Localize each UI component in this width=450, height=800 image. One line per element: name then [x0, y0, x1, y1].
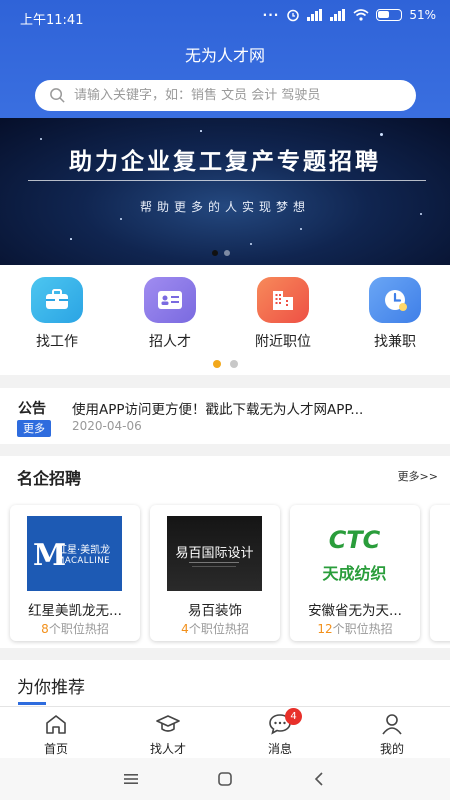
unread-badge: 4: [285, 708, 302, 725]
company-logo: 易百国际设计: [167, 516, 262, 591]
quick-nav-label: 附近职位: [255, 334, 311, 350]
back-icon[interactable]: [304, 768, 334, 790]
pager-dot[interactable]: [213, 360, 221, 368]
user-icon: [382, 714, 402, 735]
signal-2-icon: [330, 9, 346, 21]
wifi-icon: [353, 9, 369, 21]
job-count-suffix: 个职位热招: [188, 622, 249, 636]
quick-nav: 找工作 招人才 附近职位 找兼职: [0, 265, 450, 375]
recommend-section: 为你推荐: [0, 660, 450, 706]
quick-nav-find-job[interactable]: 找工作: [17, 277, 97, 351]
status-icons: ··· 51%: [263, 8, 436, 22]
banner-title: 助力企业复工复产专题招聘: [69, 149, 381, 175]
clock-icon: [369, 277, 421, 323]
menu-icon[interactable]: [116, 768, 146, 790]
quick-nav-hire[interactable]: 招人才: [130, 277, 210, 351]
tab-find-talent[interactable]: 找人才: [133, 713, 203, 757]
company-name: 安徽省无为天...: [308, 603, 402, 619]
companies-more-link[interactable]: 更多>>: [398, 468, 438, 484]
announcement-text[interactable]: 使用APP访问更方便！戳此下载无为人才网APP...: [72, 398, 363, 418]
briefcase-icon: [31, 277, 83, 323]
quick-nav-part-time[interactable]: 找兼职: [355, 277, 435, 351]
home-button-icon[interactable]: [210, 768, 240, 790]
company-job-count: 8个职位热招: [10, 620, 140, 637]
company-card[interactable]: CTC 天成纺织 安徽省无为天... 12个职位热招: [290, 505, 420, 641]
more-dots-icon: ···: [262, 8, 280, 22]
search-bar[interactable]: [35, 80, 416, 111]
banner-divider: [28, 180, 426, 181]
id-card-icon: [144, 277, 196, 323]
search-input[interactable]: [74, 88, 394, 103]
section-title: 为你推荐: [17, 678, 85, 698]
app-header: 上午11:41 ··· 51% 无为人才网: [0, 0, 450, 118]
graduation-cap-icon: [156, 715, 180, 732]
home-icon: [46, 715, 66, 734]
tab-home[interactable]: 首页: [21, 713, 91, 757]
signal-icon: [307, 9, 323, 21]
banner-pager: [212, 250, 230, 256]
logo-mark: CTC: [328, 526, 381, 554]
quick-nav-nearby-jobs[interactable]: 附近职位: [243, 277, 323, 351]
announcement-label: 公告: [18, 401, 46, 417]
company-logo: CTC 天成纺织: [307, 516, 402, 591]
search-icon: [50, 88, 65, 103]
job-count-suffix: 个职位热招: [48, 622, 109, 636]
job-count-number: 4: [181, 622, 189, 636]
tab-label: 我的: [379, 742, 404, 756]
featured-companies: 名企招聘 更多>> M 红星·美凯龙 MACALLINE 红星美凯龙无... 8…: [0, 456, 450, 648]
announcement-date: 2020-04-06: [72, 419, 142, 433]
battery-icon: [376, 9, 403, 21]
banner-dot[interactable]: [212, 250, 218, 256]
company-card[interactable]: M 红星·美凯龙 MACALLINE 红星美凯龙无... 8个职位热招: [10, 505, 140, 641]
logo-text: 易百国际设计: [175, 546, 254, 561]
promo-banner[interactable]: 助力企业复工复产专题招聘 帮助更多的人实现梦想: [0, 118, 450, 265]
announcement-more-button[interactable]: 更多: [17, 420, 51, 437]
status-time: 上午11:41: [20, 13, 84, 28]
company-card[interactable]: [430, 505, 450, 641]
logo-text-en: MACALLINE: [57, 556, 110, 566]
section-underline: [18, 702, 46, 705]
company-card[interactable]: 易百国际设计 易百装饰 4个职位热招: [150, 505, 280, 641]
tab-profile[interactable]: 我的: [357, 713, 427, 757]
bottom-tab-bar: 首页 找人才 消息 4 我的: [0, 706, 450, 758]
section-title: 名企招聘: [17, 469, 82, 488]
page-title: 无为人才网: [184, 46, 265, 65]
tab-messages[interactable]: 消息 4: [245, 708, 315, 757]
job-count-number: 8: [41, 622, 49, 636]
tab-label: 首页: [43, 742, 68, 756]
quick-nav-label: 找兼职: [374, 334, 416, 350]
tab-label: 找人才: [149, 742, 186, 756]
battery-level: 51%: [409, 8, 436, 22]
company-name: 红星美凯龙无...: [28, 603, 122, 619]
announcement-bar[interactable]: 公告 更多 使用APP访问更方便！戳此下载无为人才网APP... 2020-04…: [0, 388, 450, 444]
job-count-number: 12: [317, 622, 333, 636]
banner-dot[interactable]: [224, 250, 230, 256]
company-job-count: 4个职位热招: [150, 620, 280, 637]
job-count-suffix: 个职位热招: [332, 622, 393, 636]
banner-subtitle: 帮助更多的人实现梦想: [139, 200, 310, 214]
quick-nav-pager: [213, 360, 238, 368]
pager-dot[interactable]: [230, 360, 238, 368]
company-name: 易百装饰: [188, 603, 242, 619]
company-job-count: 12个职位热招: [290, 620, 420, 637]
status-bar: 上午11:41 ··· 51%: [0, 0, 450, 34]
quick-nav-label: 找工作: [36, 334, 78, 350]
logo-text: 天成纺织: [322, 564, 387, 583]
tab-label: 消息: [267, 742, 292, 756]
quick-nav-label: 招人才: [149, 334, 191, 350]
system-nav-bar: [0, 758, 450, 800]
company-logo: M 红星·美凯龙 MACALLINE: [27, 516, 122, 591]
building-icon: [257, 277, 309, 323]
logo-text: 红星·美凯龙: [57, 545, 111, 556]
alarm-icon: [287, 9, 300, 22]
